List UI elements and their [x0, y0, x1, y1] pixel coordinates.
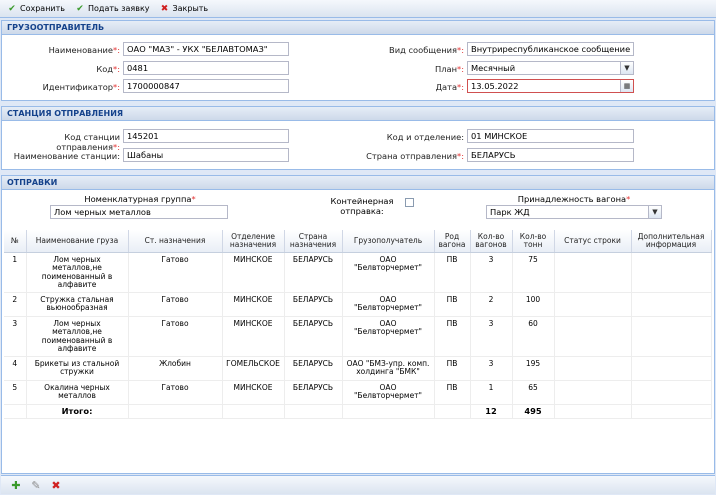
wagon-owner-select[interactable]: Парк ЖД ▼: [486, 205, 662, 219]
total-wagons: 12: [470, 404, 513, 419]
edit-pencil-icon[interactable]: ✎: [29, 478, 43, 492]
container-label: Контейнерная отправка:: [330, 196, 394, 216]
shipments-header: ОТПРАВКИ: [2, 176, 714, 190]
shipper-name-field[interactable]: ОАО "МАЗ" - УКХ "БЕЛАВТОМАЗ": [123, 42, 289, 56]
department-label: Код и отделение:: [386, 132, 464, 142]
country-label: Страна отправления*:: [366, 151, 464, 161]
total-tons: 495: [512, 404, 555, 419]
table-row[interactable]: 1 Лом черных металлов,не поименованный в…: [4, 252, 712, 293]
table-row[interactable]: 2 Стружка стальная вьюнообразная Гатово …: [4, 292, 712, 317]
table-row[interactable]: 3 Лом черных металлов,не поименованный в…: [4, 316, 712, 357]
grid-toolbar: ✚ ✎ ✖: [1, 475, 715, 494]
total-label: Итого:: [26, 404, 129, 419]
chevron-down-icon[interactable]: ▼: [648, 206, 661, 218]
shipper-id-field[interactable]: 1700000847: [123, 79, 289, 93]
table-header-row: № Наименование груза Ст. назначения Отде…: [4, 230, 712, 253]
wagon-owner-label: Принадлежность вагона*: [517, 194, 631, 204]
col-cargo-name[interactable]: Наименование груза: [26, 230, 129, 253]
calendar-icon[interactable]: ▦: [620, 80, 633, 92]
shipper-header: ГРУЗООТПРАВИТЕЛЬ: [2, 21, 714, 35]
shipper-code-field[interactable]: 0481: [123, 61, 289, 75]
station-name-label: Наименование станции:: [13, 151, 120, 161]
chevron-down-icon[interactable]: ▼: [620, 62, 633, 74]
col-number[interactable]: №: [4, 230, 27, 253]
country-field[interactable]: БЕЛАРУСЬ: [467, 148, 634, 162]
col-wagon-count[interactable]: Кол-во вагонов: [470, 230, 513, 253]
department-field[interactable]: 01 МИНСКОЕ: [467, 129, 634, 143]
nomenclature-field[interactable]: Лом черных металлов: [50, 205, 228, 219]
message-type-field[interactable]: Внутриреспубликанское сообщение: [467, 42, 634, 56]
close-button[interactable]: ✖ Закрыть: [157, 1, 212, 17]
col-destination-department[interactable]: Отделение назначения: [222, 230, 285, 253]
shipments-table: № Наименование груза Ст. назначения Отде…: [4, 230, 712, 419]
table-row[interactable]: 5 Окалина черных металлов Гатово МИНСКОЕ…: [4, 380, 712, 405]
nomenclature-label: Номенклатурная группа*: [84, 194, 196, 204]
station-panel: СТАНЦИЯ ОТПРАВЛЕНИЯ Код станции отправле…: [1, 106, 715, 170]
delete-icon[interactable]: ✖: [49, 478, 63, 492]
submit-request-button[interactable]: ✔ Подать заявку: [72, 1, 153, 17]
message-type-label: Вид сообщения*:: [389, 45, 464, 55]
date-field[interactable]: 13.05.2022 ▦: [467, 79, 634, 93]
station-code-label: Код станции отправления*:: [56, 132, 120, 152]
container-checkbox[interactable]: [405, 198, 414, 207]
checkmark-icon: ✔: [76, 3, 84, 14]
station-name-field[interactable]: Шабаны: [123, 148, 289, 162]
shipper-id-label: Идентификатор*:: [42, 82, 120, 92]
shipper-panel: ГРУЗООТПРАВИТЕЛЬ Наименование*: ОАО "МАЗ…: [1, 20, 715, 101]
shipper-code-label: Код*:: [96, 64, 120, 74]
col-additional-info[interactable]: Дополнительная информация: [631, 230, 712, 253]
save-button[interactable]: ✔ Сохранить: [4, 1, 68, 17]
station-code-field[interactable]: 145201: [123, 129, 289, 143]
date-label: Дата*:: [435, 82, 464, 92]
toolbar: ✔ Сохранить ✔ Подать заявку ✖ Закрыть: [0, 0, 716, 18]
add-row-icon[interactable]: ✚: [9, 478, 23, 492]
col-destination-country[interactable]: Страна назначения: [284, 230, 343, 253]
col-destination-station[interactable]: Ст. назначения: [128, 230, 223, 253]
col-wagon-type[interactable]: Род вагона: [434, 230, 471, 253]
station-header: СТАНЦИЯ ОТПРАВЛЕНИЯ: [2, 107, 714, 121]
table-row[interactable]: 4 Брикеты из стальной стружки Жлобин ГОМ…: [4, 356, 712, 381]
col-tons[interactable]: Кол-во тонн: [512, 230, 555, 253]
table-total-row: Итого: 12 495: [4, 404, 712, 419]
shipper-name-label: Наименование*:: [48, 45, 120, 55]
plan-select[interactable]: Месячный ▼: [467, 61, 634, 75]
col-consignee[interactable]: Грузополучатель: [342, 230, 435, 253]
close-icon: ✖: [160, 3, 169, 14]
plan-label: План*:: [434, 64, 464, 74]
checkmark-icon: ✔: [8, 3, 16, 14]
col-row-status[interactable]: Статус строки: [554, 230, 632, 253]
